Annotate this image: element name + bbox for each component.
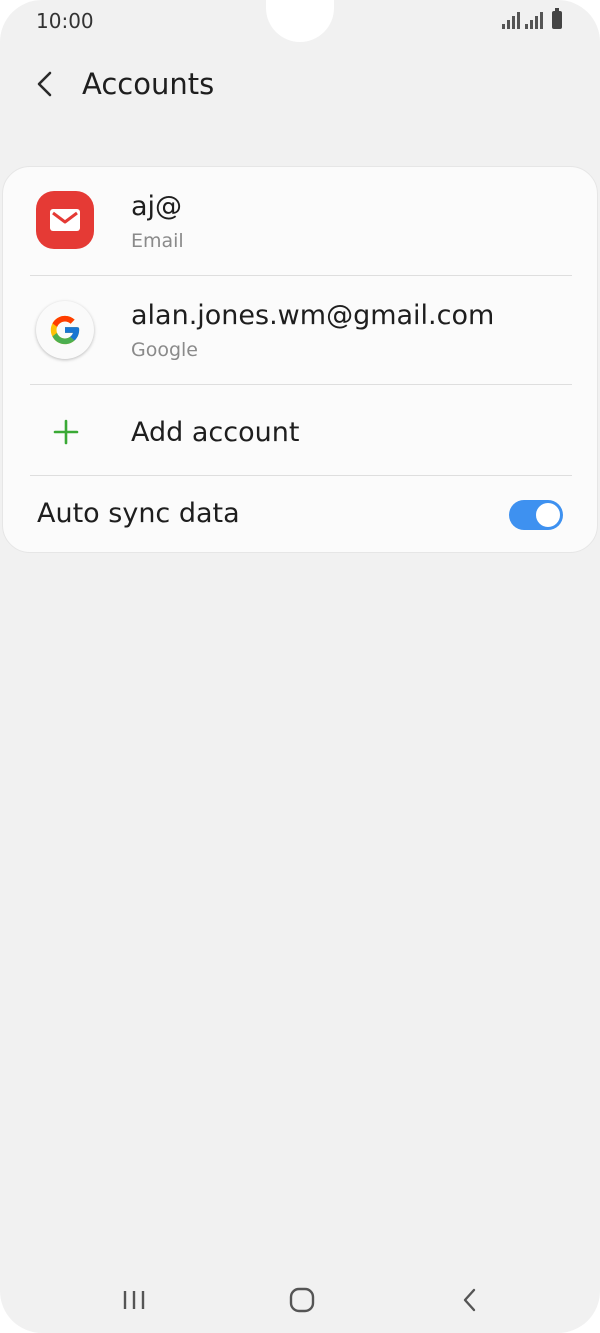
account-type: Google [131, 339, 199, 361]
account-type: Email [131, 230, 184, 252]
auto-sync-toggle[interactable] [509, 500, 563, 530]
signal-icon [525, 11, 543, 29]
google-icon [36, 301, 94, 359]
status-icons [502, 8, 562, 29]
status-time: 10:00 [36, 9, 94, 33]
auto-sync-row[interactable]: Auto sync data [3, 476, 599, 554]
home-icon [289, 1287, 315, 1313]
recents-icon [123, 1291, 145, 1309]
toggle-knob [534, 501, 562, 529]
add-account-button[interactable]: Add account [3, 385, 599, 475]
back-button[interactable] [26, 64, 66, 104]
auto-sync-label: Auto sync data [37, 498, 240, 529]
chevron-left-icon [37, 71, 52, 97]
screen: 10:00 Accounts aj@ Email alan.jones.wm@g… [0, 0, 600, 1333]
account-name: alan.jones.wm@gmail.com [131, 300, 495, 331]
home-button[interactable] [278, 1280, 326, 1320]
accounts-card: aj@ Email alan.jones.wm@gmail.com Google [2, 166, 598, 553]
email-icon [36, 191, 94, 249]
back-icon [463, 1288, 476, 1312]
battery-icon [552, 8, 562, 29]
plus-icon [53, 419, 79, 445]
account-row-email[interactable]: aj@ Email [3, 167, 599, 275]
signal-icon [502, 11, 520, 29]
camera-notch [266, 0, 334, 42]
account-row-google[interactable]: alan.jones.wm@gmail.com Google [3, 276, 599, 384]
status-bar: 10:00 [0, 0, 600, 44]
nav-back-button[interactable] [446, 1280, 494, 1320]
add-account-label: Add account [131, 417, 300, 448]
app-header: Accounts [0, 58, 600, 114]
account-name: aj@ [131, 191, 183, 222]
navigation-bar [0, 1266, 600, 1332]
page-title: Accounts [82, 67, 215, 101]
recents-button[interactable] [110, 1280, 158, 1320]
